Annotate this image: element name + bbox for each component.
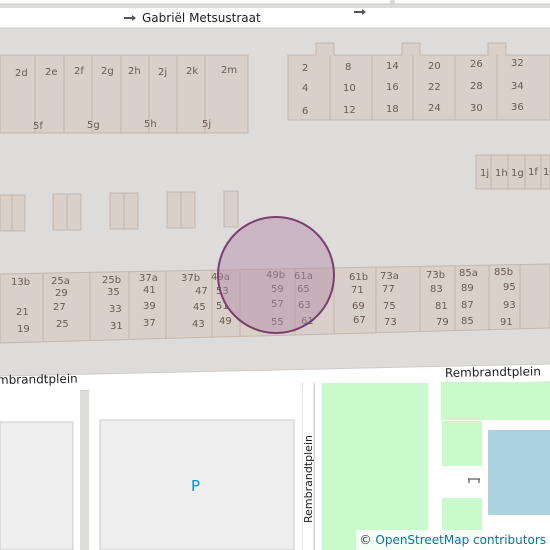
svg-text:37a: 37a (139, 273, 158, 284)
svg-text:67: 67 (353, 315, 366, 326)
svg-text:31: 31 (110, 321, 123, 332)
svg-text:14: 14 (386, 61, 399, 72)
map-attribution: © OpenStreetMap contributors (355, 530, 550, 550)
svg-text:32: 32 (511, 58, 524, 69)
svg-text:89: 89 (461, 283, 474, 294)
svg-text:41: 41 (143, 285, 156, 296)
svg-text:83: 83 (430, 284, 443, 295)
svg-text:33: 33 (109, 304, 122, 315)
svg-text:77: 77 (382, 284, 395, 295)
svg-text:5g: 5g (87, 120, 100, 131)
svg-text:36: 36 (511, 102, 524, 113)
svg-text:29: 29 (55, 288, 68, 299)
attribution-link[interactable]: OpenStreetMap contributors (375, 533, 546, 547)
svg-text:43: 43 (192, 319, 205, 330)
svg-text:5f: 5f (33, 121, 43, 132)
svg-text:85: 85 (461, 316, 474, 327)
street-label-bottom-left: mbrandtplein (0, 372, 78, 387)
svg-text:45: 45 (193, 302, 206, 313)
svg-text:2f: 2f (74, 66, 84, 77)
svg-text:1f: 1f (528, 167, 538, 178)
svg-text:25a: 25a (51, 276, 70, 287)
svg-text:2k: 2k (186, 66, 198, 77)
svg-text:12: 12 (343, 105, 356, 116)
parking-label: P (191, 477, 200, 495)
svg-text:6: 6 (302, 106, 308, 117)
svg-text:2d: 2d (15, 68, 28, 79)
svg-text:75: 75 (383, 301, 396, 312)
svg-text:28: 28 (470, 81, 483, 92)
svg-text:21: 21 (16, 307, 29, 318)
svg-text:18: 18 (386, 104, 399, 115)
svg-text:47: 47 (195, 286, 208, 297)
svg-text:8: 8 (345, 62, 351, 73)
svg-text:73: 73 (384, 317, 397, 328)
svg-text:85a: 85a (459, 268, 478, 279)
street-label-vertical: Rembrandtplein (302, 435, 315, 523)
svg-text:79: 79 (436, 317, 449, 328)
svg-text:61b: 61b (349, 272, 368, 283)
svg-text:26: 26 (470, 59, 483, 70)
svg-text:69: 69 (352, 301, 365, 312)
svg-text:95: 95 (503, 282, 516, 293)
svg-text:39: 39 (143, 301, 156, 312)
svg-text:37: 37 (143, 318, 156, 329)
svg-text:1j: 1j (480, 168, 489, 179)
svg-text:81: 81 (435, 301, 448, 312)
svg-text:22: 22 (428, 82, 441, 93)
svg-text:1h: 1h (495, 168, 508, 179)
svg-text:16: 16 (386, 82, 399, 93)
svg-text:25b: 25b (102, 275, 121, 286)
road-top-edge (0, 0, 390, 4)
svg-text:2m: 2m (221, 65, 237, 76)
svg-text:27: 27 (53, 302, 66, 313)
parking-area (0, 385, 302, 550)
svg-text:37b: 37b (181, 273, 200, 284)
svg-text:1g: 1g (511, 168, 524, 179)
svg-text:85b: 85b (494, 267, 513, 278)
svg-text:10: 10 (343, 83, 356, 94)
svg-text:1: 1 (543, 167, 549, 178)
svg-text:2g: 2g (101, 66, 114, 77)
svg-text:93: 93 (503, 300, 516, 311)
map-canvas[interactable]: Gabriël Metsustraat 2d 2e 2f 2g 2h 2j 2k… (0, 0, 550, 550)
street-label-bottom-right: Rembrandtplein (445, 364, 541, 380)
svg-text:5h: 5h (144, 119, 157, 130)
svg-text:2e: 2e (45, 67, 58, 78)
svg-text:25: 25 (56, 319, 69, 330)
road-gabriel-metsustraat (0, 8, 550, 28)
svg-text:2h: 2h (128, 66, 141, 77)
svg-text:2j: 2j (158, 67, 167, 78)
street-label-top: Gabriël Metsustraat (142, 11, 261, 25)
svg-text:5j: 5j (202, 119, 211, 130)
svg-text:91: 91 (500, 317, 513, 328)
svg-text:49: 49 (219, 316, 232, 327)
water-pond (488, 430, 550, 515)
svg-text:24: 24 (428, 103, 441, 114)
svg-text:19: 19 (17, 324, 30, 335)
svg-text:71: 71 (351, 285, 364, 296)
svg-text:20: 20 (428, 61, 441, 72)
location-marker-circle[interactable] (217, 216, 335, 334)
svg-text:4: 4 (302, 83, 308, 94)
road-top-edge-right (395, 0, 550, 4)
svg-text:73a: 73a (380, 271, 399, 282)
svg-text:2: 2 (302, 63, 308, 74)
svg-text:30: 30 (470, 103, 483, 114)
copyright-symbol: © (359, 533, 372, 547)
svg-text:13b: 13b (11, 277, 30, 288)
svg-text:34: 34 (511, 81, 524, 92)
svg-text:87: 87 (461, 300, 474, 311)
svg-text:73b: 73b (426, 270, 445, 281)
svg-text:35: 35 (107, 287, 120, 298)
